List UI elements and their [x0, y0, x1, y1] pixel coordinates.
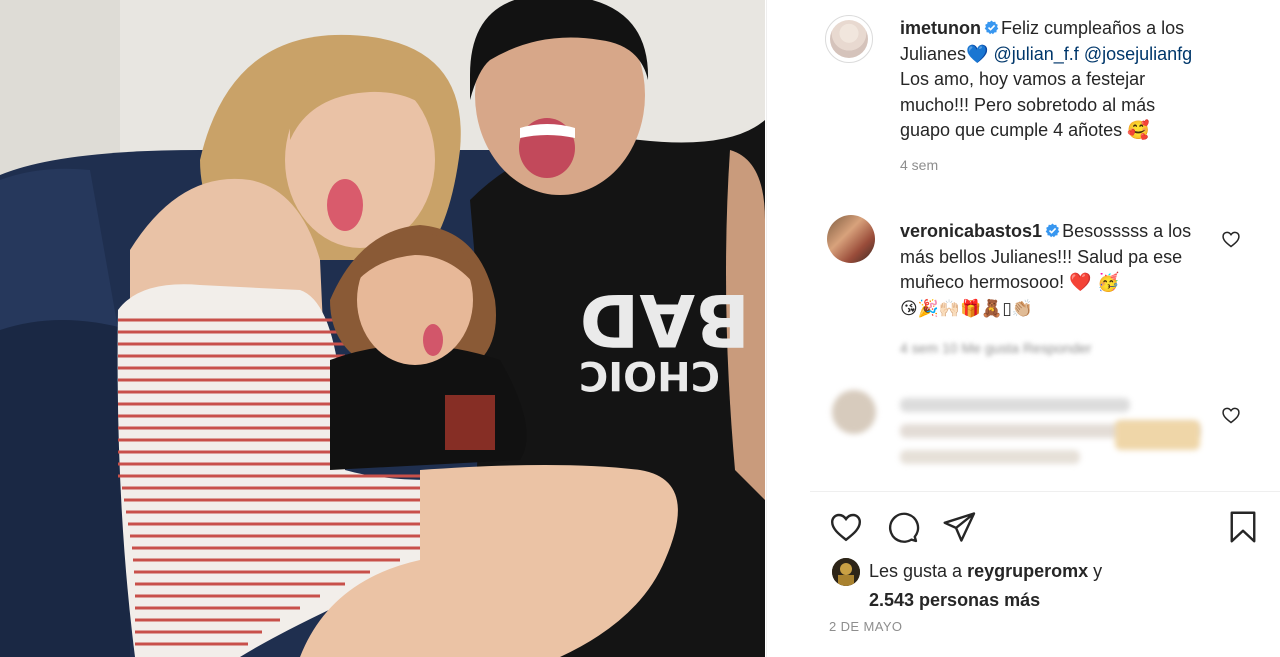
blurred-avatar [832, 390, 876, 434]
likes-count-link[interactable]: 2.543 personas más [869, 590, 1040, 610]
bookmark-icon[interactable] [1225, 509, 1261, 545]
blurred-text-line [900, 450, 1080, 464]
paper-plane-icon[interactable] [941, 509, 977, 545]
likes-prefix: Les gusta a [869, 561, 963, 581]
blurred-emoji-block [1115, 420, 1200, 450]
author-avatar[interactable] [825, 15, 873, 63]
liker-avatar[interactable] [832, 558, 860, 586]
mention-josejulian[interactable]: @josejulianfg [1084, 44, 1192, 64]
likes-connector: y [1093, 561, 1103, 581]
comment-bubble-icon[interactable] [884, 509, 920, 545]
blurred-text-line [900, 398, 1130, 412]
comment-like-heart-icon[interactable] [1221, 405, 1241, 425]
post-photo[interactable]: BAD CHOIC [0, 0, 765, 657]
liker-username[interactable]: reygruperomx [967, 561, 1088, 581]
smiling-hearts-emoji: 🥰 [1127, 120, 1150, 141]
comment: veronicabastos1 Besosssss a los más bello… [900, 219, 1210, 322]
post-caption: imetunon Feliz cumpleaños a los Julianes💙… [900, 16, 1210, 174]
likes-summary: Les gusta a reygruperomx y 2.543 persona… [869, 557, 1169, 615]
comment-like-heart-icon[interactable] [1221, 229, 1241, 249]
post-date[interactable]: 2 DE MAYO [829, 619, 902, 634]
verified-badge-icon [984, 17, 999, 35]
caption-time[interactable]: 4 sem [900, 156, 1210, 174]
shirt-text-choice: CHOIC [579, 352, 720, 398]
commenter-username[interactable]: veronicabastos1 [900, 221, 1042, 241]
shirt-text-bad: BAD [580, 278, 750, 362]
blue-heart-emoji: 💙 [966, 43, 989, 65]
author-username[interactable]: imetunon [900, 18, 981, 38]
post-photo-illustration: BAD CHOIC [0, 0, 765, 657]
verified-badge-icon [1045, 220, 1060, 238]
comment-emojis-line-2: 😘🎉🙌🏻🎁🧸▯👏🏼 [900, 298, 1033, 319]
comment-emojis-line-1: ❤️ 🥳 [1069, 272, 1120, 293]
like-heart-icon[interactable] [828, 509, 864, 545]
caption-text-end: Los amo, hoy vamos a festejar mucho!!! P… [900, 69, 1156, 140]
comment-meta: 4 sem 10 Me gusta Responder [900, 340, 1092, 356]
commenter-avatar[interactable] [827, 215, 875, 263]
mention-julian[interactable]: @julian_f.f [993, 44, 1078, 64]
actions-divider [810, 491, 1280, 492]
